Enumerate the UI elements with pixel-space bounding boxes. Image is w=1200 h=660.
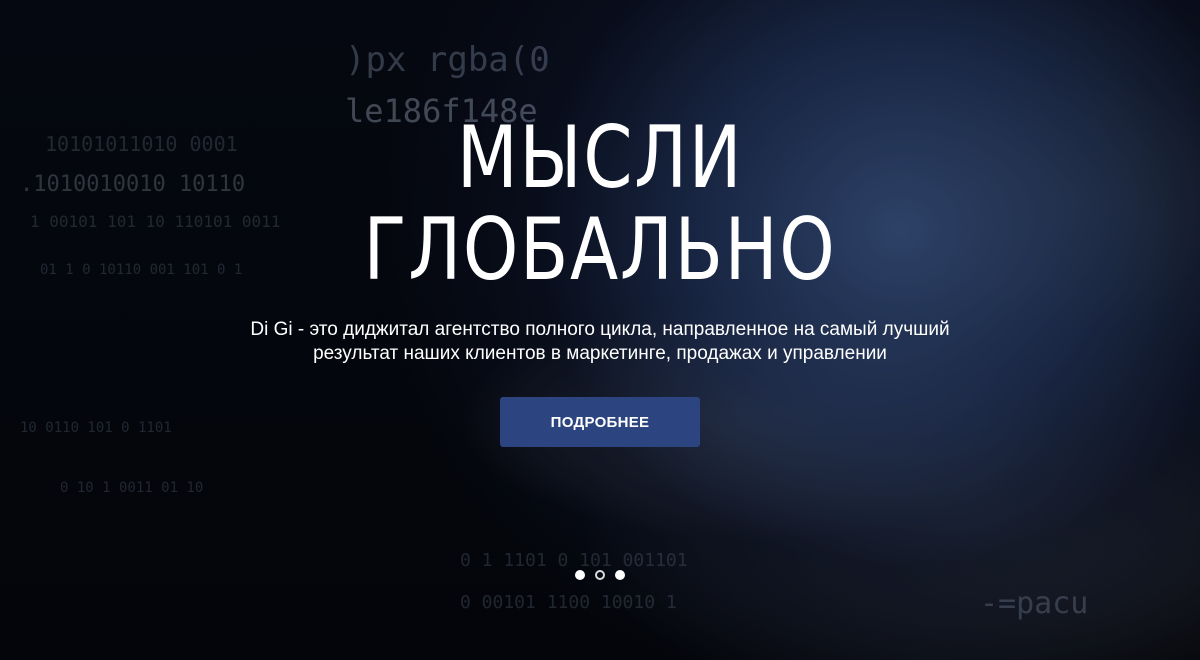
slider-pagination — [570, 570, 630, 582]
background-code-text: 0 10 1 0011 01 10 — [60, 480, 204, 496]
hero-subtitle-line: Di Gi - это диджитал агентство полного ц… — [250, 319, 950, 340]
background-code-text: )px rgba(0 — [345, 40, 550, 80]
hero-title-line: МЫСЛИ — [456, 108, 744, 208]
background-code-text: 10 0110 101 0 1101 — [20, 420, 172, 436]
background-code-text: 0 1 1101 0 101 001101 — [460, 550, 688, 571]
hero-banner: )px rgba(0 le186f148e 10101011010 0001 .… — [0, 0, 1200, 660]
hero-subtitle-line: результат наших клиентов в маркетинге, п… — [313, 343, 887, 364]
hero-title-line: ГЛОБАЛЬНО — [363, 200, 837, 300]
slider-dot-active[interactable] — [595, 570, 605, 580]
slider-dot[interactable] — [575, 570, 585, 580]
slider-dot[interactable] — [615, 570, 625, 580]
more-button[interactable]: ПОДРОБНЕЕ — [500, 397, 700, 447]
background-code-text: -=pacu — [980, 586, 1089, 621]
background-code-text: 0 00101 1100 10010 1 — [460, 592, 677, 613]
hero-title: МЫСЛИ ГЛОБАЛЬНО — [108, 112, 1092, 296]
hero-subtitle: Di Gi - это диджитал агентство полного ц… — [180, 318, 1020, 366]
